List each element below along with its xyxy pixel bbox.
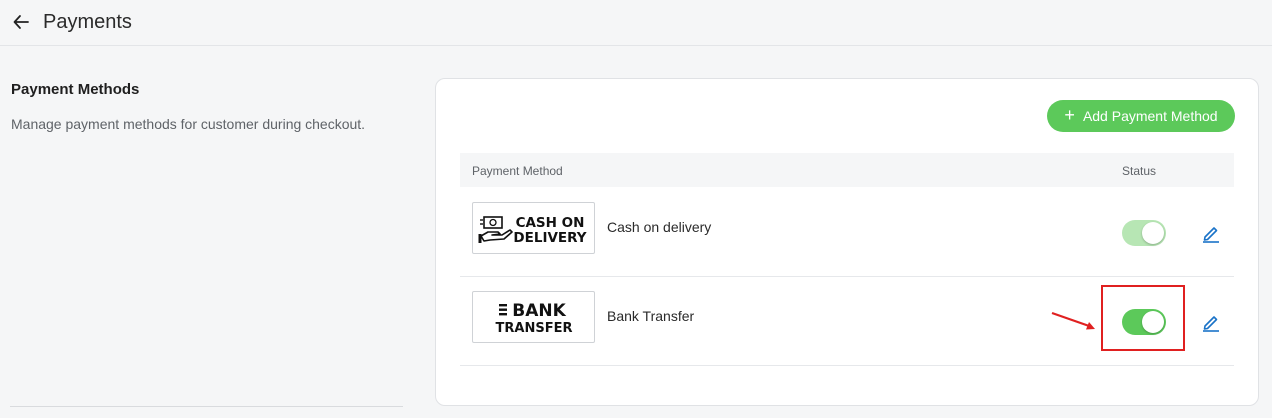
divider (10, 406, 403, 407)
arrow-left-icon (13, 15, 29, 29)
section-description: Manage payment methods for customer duri… (11, 116, 366, 132)
cash-hand-icon: CASH ON DELIVERY (478, 215, 586, 246)
column-header-payment-method: Payment Method (472, 164, 563, 178)
edit-button[interactable] (1200, 222, 1222, 244)
toggle-knob (1142, 311, 1164, 333)
section-title: Payment Methods (11, 81, 140, 98)
table-row: CASH ON DELIVERY Cash on delivery (460, 188, 1234, 277)
column-header-status: Status (1122, 164, 1157, 178)
logo-text-line1: BANK (512, 301, 566, 321)
payment-methods-card: + Add Payment Method Payment Method Stat… (435, 78, 1259, 406)
table-header: Payment Method Status (460, 153, 1234, 187)
logo-text-line2: TRANSFER (495, 321, 572, 336)
edit-button[interactable] (1200, 311, 1222, 333)
cash-on-delivery-logo: CASH ON DELIVERY (472, 202, 595, 254)
status-toggle[interactable] (1122, 309, 1166, 335)
toggle-knob (1142, 222, 1164, 244)
add-payment-method-button[interactable]: + Add Payment Method (1047, 100, 1235, 132)
pencil-icon (1203, 227, 1219, 243)
back-button[interactable] (10, 11, 32, 33)
add-payment-method-label: Add Payment Method (1082, 108, 1218, 124)
status-toggle[interactable] (1122, 220, 1166, 246)
table-row: BANK TRANSFER Bank Transfer (460, 277, 1234, 366)
bank-lines-icon: BANK TRANSFER (495, 301, 572, 336)
logo-text-line1: CASH ON (515, 215, 584, 231)
plus-icon: + (1064, 105, 1075, 125)
payment-method-name: Cash on delivery (607, 219, 712, 235)
payment-method-name: Bank Transfer (607, 308, 695, 324)
bank-transfer-logo: BANK TRANSFER (472, 291, 595, 343)
top-bar: Payments (0, 0, 1272, 46)
pencil-icon (1203, 316, 1219, 332)
page-title: Payments (43, 11, 132, 33)
logo-text-line2: DELIVERY (513, 230, 586, 246)
